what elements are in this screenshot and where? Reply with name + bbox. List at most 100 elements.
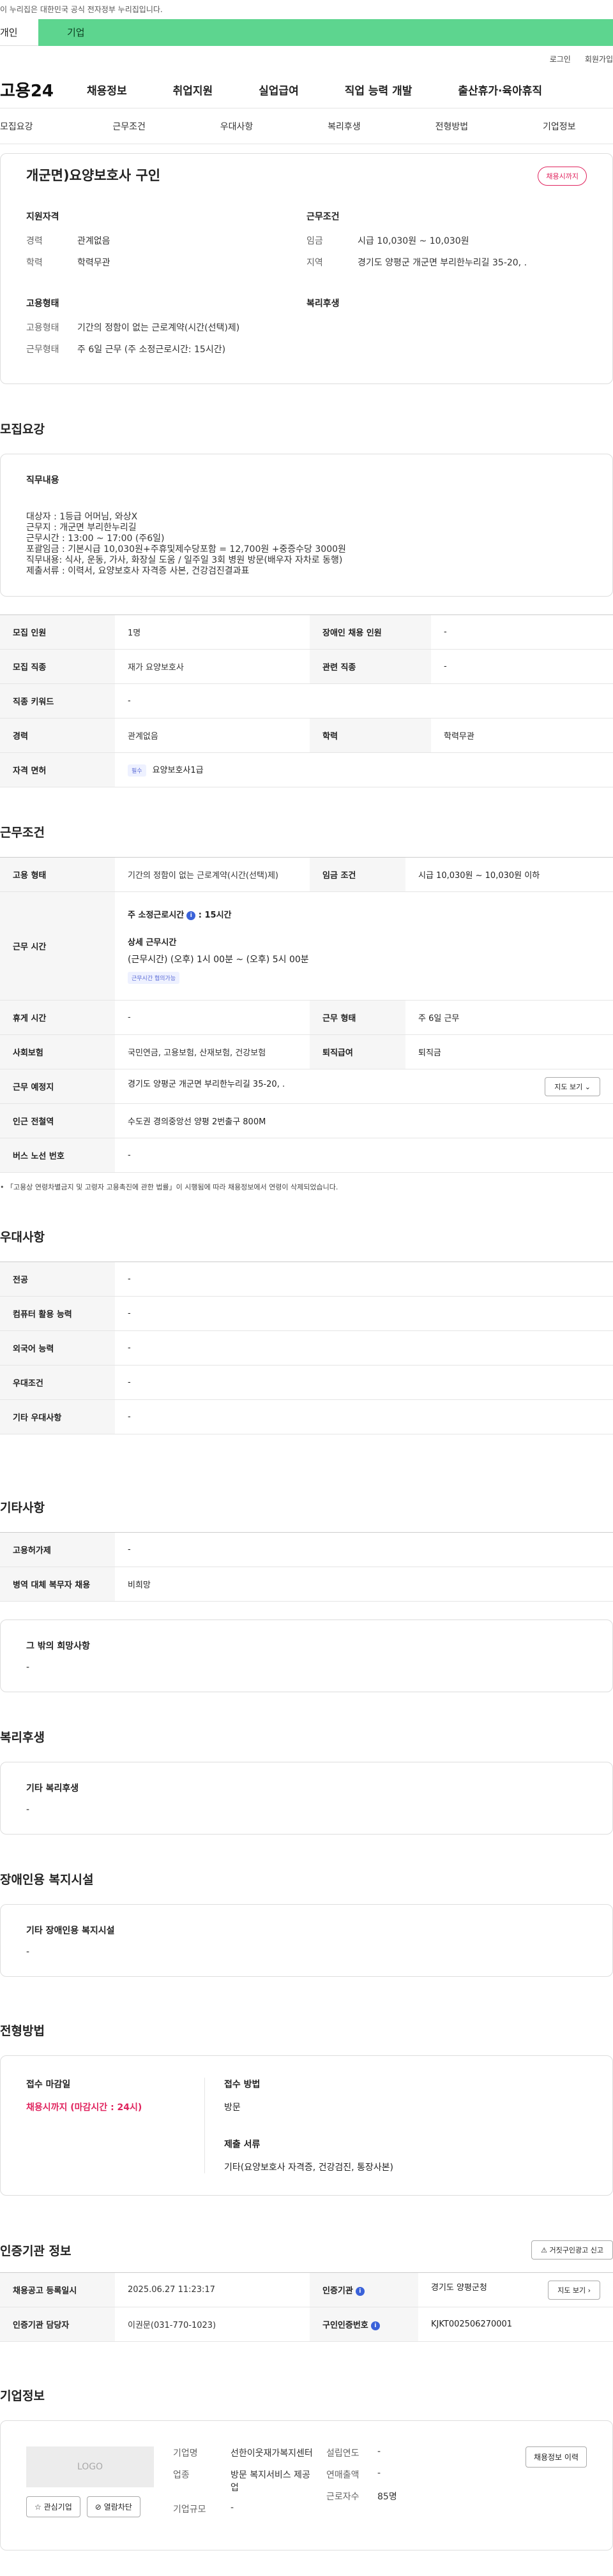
gnb-menu-training[interactable]: 직업 능력 개발 [345, 82, 412, 98]
row-label: 직종 키워드 [0, 683, 115, 718]
welfare-box-title: 기타 복리후생 [26, 1783, 79, 1794]
info-icon[interactable]: i [186, 911, 196, 920]
company-logo: LOGO [26, 2446, 154, 2487]
block-view-button[interactable]: ⊘ 열람차단 [86, 2496, 140, 2517]
row-value: - [115, 1262, 613, 1297]
company-field-label: 설립연도 [326, 2448, 359, 2459]
etc-table: 고용허가제 - 병역 대체 복무자 채용 비희망 [0, 1532, 613, 1602]
company-field-value: 방문 복지서비스 제공업 [231, 2470, 310, 2493]
agency-map-button[interactable]: 지도 보기 › [548, 2280, 600, 2300]
table-row: 사회보험 국민연금, 고용보험, 산재보험, 건강보험 퇴직급여 퇴직금 [0, 1034, 613, 1069]
company-field-label: 근로자수 [326, 2492, 359, 2502]
row-label: 고용허가제 [0, 1532, 115, 1567]
qual-heading: 지원자격 [26, 212, 59, 222]
row-value: 수도권 경의중앙선 양평 2번출구 800M [115, 1103, 613, 1138]
gnb-menu-jobs[interactable]: 채용정보 [87, 82, 127, 98]
etc-section-title: 기타사항 [0, 1501, 45, 1515]
hiring-history-button[interactable]: 채용정보 이력 [525, 2446, 587, 2468]
row-value: 관계없음 [115, 718, 310, 753]
row-label: 학력 [310, 718, 431, 753]
row-label: 외국어 능력 [0, 1330, 115, 1366]
star-icon: ☆ [34, 2503, 42, 2512]
login-link[interactable]: 로그인 [550, 54, 571, 64]
company-field-value: 85명 [377, 2492, 397, 2502]
anchor-conditions[interactable]: 근무조건 [75, 120, 183, 133]
row-label: 인증기관 담당자 [0, 2307, 115, 2342]
block-icon: ⊘ [95, 2503, 102, 2512]
company-field-value: - [231, 2503, 234, 2513]
row-label: 우대조건 [0, 1365, 115, 1400]
row-label: 휴게 시간 [0, 1000, 115, 1035]
agency-section-title: 인증기관 정보 [0, 2244, 72, 2258]
row-value: - [115, 1365, 613, 1400]
site-logo[interactable]: 고용24 [0, 78, 54, 101]
block-label: 열람차단 [103, 2503, 132, 2512]
pref-section-title: 우대사항 [0, 1230, 45, 1244]
duty-box: 직무내용 대상자 : 1등급 어머님, 와상X 근무지 : 개군면 부리한누리길… [0, 454, 613, 597]
company-field-value: 선한이웃재가복지센터 [231, 2448, 313, 2459]
emp-value: 기간의 정함이 없는 근로계약(시간(선택)제) [77, 323, 240, 333]
table-row: 모집 직종 재가 요양보호사 관련 직종 - [0, 649, 613, 684]
agency-value: 경기도 양평군청 [431, 2282, 487, 2293]
favorite-label: 관심기업 [43, 2503, 72, 2512]
gnb-menu-leave[interactable]: 출산휴가·육아휴직 [458, 82, 542, 98]
emp-heading: 고용형태 [26, 299, 59, 309]
report-icon: ⚠ [541, 2246, 548, 2254]
emp-label: 고용형태 [26, 323, 59, 333]
row-value: 시급 10,030원 ~ 10,030원 이하 [405, 857, 613, 892]
duty-title: 직무내용 [26, 475, 59, 486]
map-button[interactable]: 지도 보기 ⌄ [545, 1076, 600, 1096]
row-label: 기타 우대사항 [0, 1399, 115, 1434]
row-label: 모집 인원 [0, 614, 115, 650]
emp-value: 주 6일 근무 (주 소정근로시간: 15시간) [77, 345, 226, 355]
age-notice-text: 「고용상 연령차별금지 및 고령자 고용촉진에 관한 법률」이 시행됨에 따라 … [6, 1183, 338, 1191]
chevron-right-icon: › [587, 2286, 591, 2295]
report-button[interactable]: ⚠ 거짓구인광고 신고 [531, 2240, 613, 2260]
global-nav: 고용24 채용정보 취업지원 실업급여 직업 능력 개발 출산휴가·육아휴직 [0, 71, 613, 108]
row-value: 퇴직금 [405, 1034, 613, 1069]
tab-person[interactable]: 개인 [0, 19, 38, 46]
row-label: 근무 예정지 [0, 1069, 115, 1104]
row-label: 구인인증번호 i [310, 2307, 418, 2342]
row-value: - [115, 683, 613, 718]
company-field-label: 업종 [173, 2470, 190, 2480]
table-row: 휴게 시간 - 근무 형태 주 6일 근무 [0, 1000, 613, 1035]
row-value: 학력무관 [431, 718, 613, 753]
favorite-company-button[interactable]: ☆ 관심기업 [26, 2496, 80, 2517]
anchor-preferences[interactable]: 우대사항 [183, 120, 290, 133]
row-value: 비희망 [115, 1567, 613, 1602]
welfare-heading: 복리후생 [306, 299, 340, 309]
info-icon[interactable]: i [355, 2286, 365, 2296]
row-label: 사회보험 [0, 1034, 115, 1069]
map-button-label: 지도 보기 [554, 1082, 583, 1091]
screening-section-title: 전형방법 [0, 2024, 45, 2038]
anchor-company[interactable]: 기업정보 [506, 120, 613, 133]
gnb-menu-employment-support[interactable]: 취업지원 [173, 82, 213, 98]
gnb-menu-unemployment[interactable]: 실업급여 [259, 82, 299, 98]
disabled-box: 기타 장애인용 복지시설 - [0, 1904, 613, 1977]
row-label: 장애인 채용 인원 [310, 614, 431, 650]
info-icon[interactable]: i [370, 2321, 380, 2330]
row-value: 2025.06.27 11:23:17 [115, 2272, 310, 2307]
cond-label: 임금 [306, 236, 323, 246]
hours-negotiable-chip: 근무시간 협의가능 [128, 972, 180, 984]
row-value: - [115, 1138, 613, 1173]
join-link[interactable]: 회원가입 [585, 54, 613, 64]
method-value: 방문 [224, 2103, 241, 2113]
docs-value: 기타(요양보호사 자격증, 건강검진, 통장사본) [224, 2163, 394, 2173]
table-row: 자격 면허 필수 요양보호사1급 [0, 752, 613, 787]
tab-company[interactable]: 기업 [38, 19, 613, 46]
license-value: 요양보호사1급 [152, 766, 204, 775]
anchor-recruit[interactable]: 모집요강 [0, 120, 75, 133]
table-row: 고용허가제 - [0, 1532, 613, 1567]
row-value: 국민연금, 고용보험, 산재보험, 건강보험 [115, 1034, 310, 1069]
row-value: 재가 요양보호사 [115, 649, 310, 684]
row-value: - [115, 1330, 613, 1366]
anchor-screening[interactable]: 전형방법 [398, 120, 505, 133]
row-label: 관련 직종 [310, 649, 431, 684]
deadline-value: 채용시까지 (마감시간 : 24시) [26, 2103, 142, 2113]
anchor-welfare[interactable]: 복리후생 [291, 120, 398, 133]
row-value: 경기도 양평군청 지도 보기 › [418, 2272, 613, 2307]
qual-value: 관계없음 [77, 236, 110, 246]
row-label: 임금 조건 [310, 857, 405, 892]
